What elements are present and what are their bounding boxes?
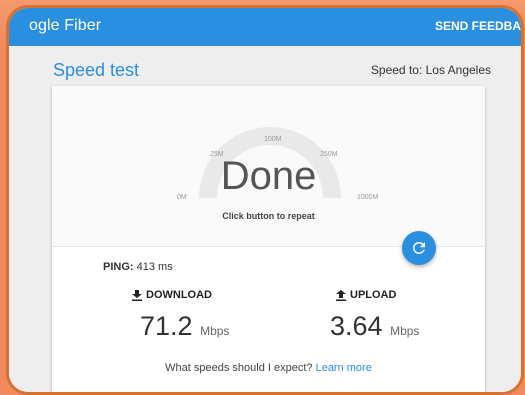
download-value: 71.2 xyxy=(140,311,193,341)
ping-value: 413 ms xyxy=(136,261,173,273)
page-title: Speed test xyxy=(53,60,140,80)
repeat-hint: Click button to repeat xyxy=(222,211,315,221)
main-content: Speed test Speed to: Los Angeles 0M 25M … xyxy=(9,46,521,392)
upload-value: 3.64 xyxy=(330,311,383,341)
speed-test-card: 0M 25M 100M 250M 1000M Done Click button… xyxy=(52,86,485,392)
app-brand-text: ogle Fiber xyxy=(29,17,102,34)
download-readout: 71.2 Mbps xyxy=(140,311,229,342)
gauge-panel: 0M 25M 100M 250M 1000M Done Click button… xyxy=(52,86,485,247)
upload-heading: UPLOAD xyxy=(336,289,396,301)
ping-label: PING: xyxy=(103,261,134,273)
repeat-test-button[interactable] xyxy=(402,231,436,265)
app-logo: ogle Fiber xyxy=(29,17,101,35)
upload-unit: Mbps xyxy=(390,324,420,338)
test-status: Done xyxy=(220,154,317,198)
upload-readout: 3.64 Mbps xyxy=(330,311,419,342)
download-icon xyxy=(132,289,142,301)
download-label: DOWNLOAD xyxy=(146,289,212,301)
upload-label: UPLOAD xyxy=(350,289,397,301)
download-unit: Mbps xyxy=(200,324,230,338)
download-heading: DOWNLOAD xyxy=(132,289,212,301)
speed-to-label: Speed to: Los Angeles xyxy=(370,63,491,77)
ping-readout: PING: 413 ms xyxy=(103,261,173,273)
learn-more-link[interactable]: Learn more xyxy=(316,362,372,374)
expectation-question: What speeds should I expect? xyxy=(165,362,313,374)
app-bar: ogle Fiber SEND FEEDBA xyxy=(9,8,521,46)
speed-expectation-note: What speeds should I expect? Learn more xyxy=(52,362,485,374)
gauge-tick-100m: 100M xyxy=(264,136,282,143)
send-feedback-button[interactable]: SEND FEEDBA xyxy=(435,19,521,33)
upload-icon xyxy=(336,289,346,301)
screenshot-frame: ogle Fiber SEND FEEDBA Speed test Speed … xyxy=(6,5,524,395)
refresh-icon xyxy=(412,242,425,254)
